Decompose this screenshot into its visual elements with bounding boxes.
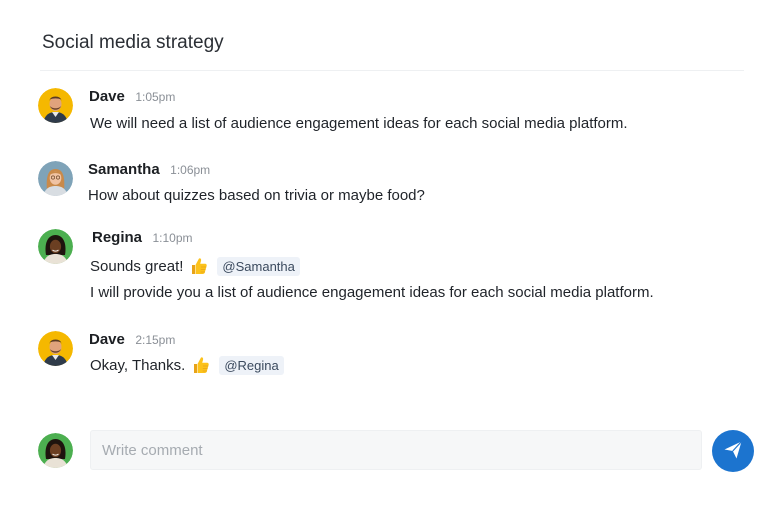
comment-text: I will provide you a list of audience en… [90, 284, 654, 301]
comment-item: Samantha 1:06pm How about quizzes based … [38, 161, 758, 211]
mention-tag[interactable]: @Samantha [217, 256, 300, 276]
comment-timestamp: 1:10pm [152, 231, 193, 245]
avatar-dave[interactable] [38, 331, 73, 366]
avatar-regina[interactable] [38, 229, 73, 264]
comment-text-line: Sounds great! @Samantha [90, 256, 300, 276]
paper-plane-icon [723, 440, 743, 463]
thumbs-up-icon [189, 256, 209, 276]
current-user-avatar [38, 433, 73, 468]
avatar-samantha[interactable] [38, 161, 73, 196]
comment-author[interactable]: Samantha [88, 161, 160, 178]
comment-item: Dave 1:05pm We will need a list of audie… [38, 88, 758, 138]
comment-text: We will need a list of audience engageme… [90, 115, 628, 132]
comment-item: Regina 1:10pm Sounds great! @Samantha I … [38, 229, 758, 309]
comment-text-line: Okay, Thanks. @Regina [90, 355, 284, 375]
comment-text: How about quizzes based on trivia or may… [88, 187, 425, 204]
thumbs-up-icon [191, 355, 211, 375]
comment-timestamp: 1:05pm [135, 90, 176, 104]
avatar-dave[interactable] [38, 88, 73, 123]
comment-author[interactable]: Dave [89, 88, 125, 105]
comment-input[interactable] [90, 430, 702, 470]
comment-timestamp: 1:06pm [170, 163, 211, 177]
thread-title: Social media strategy [42, 32, 224, 53]
mention-tag[interactable]: @Regina [219, 355, 284, 375]
comment-thread-panel: Social media strategy Dave 1:05pm We wil… [0, 0, 784, 506]
comment-text: Okay, Thanks. [90, 356, 186, 374]
comment-author[interactable]: Dave [89, 331, 125, 348]
comment-composer [38, 430, 758, 474]
comment-timestamp: 2:15pm [135, 333, 176, 347]
send-button[interactable] [712, 430, 754, 472]
comment-text: Sounds great! [90, 257, 184, 275]
comment-author[interactable]: Regina [92, 229, 142, 246]
header-divider [40, 70, 744, 71]
comment-item: Dave 2:15pm Okay, Thanks. @Regina [38, 331, 758, 381]
